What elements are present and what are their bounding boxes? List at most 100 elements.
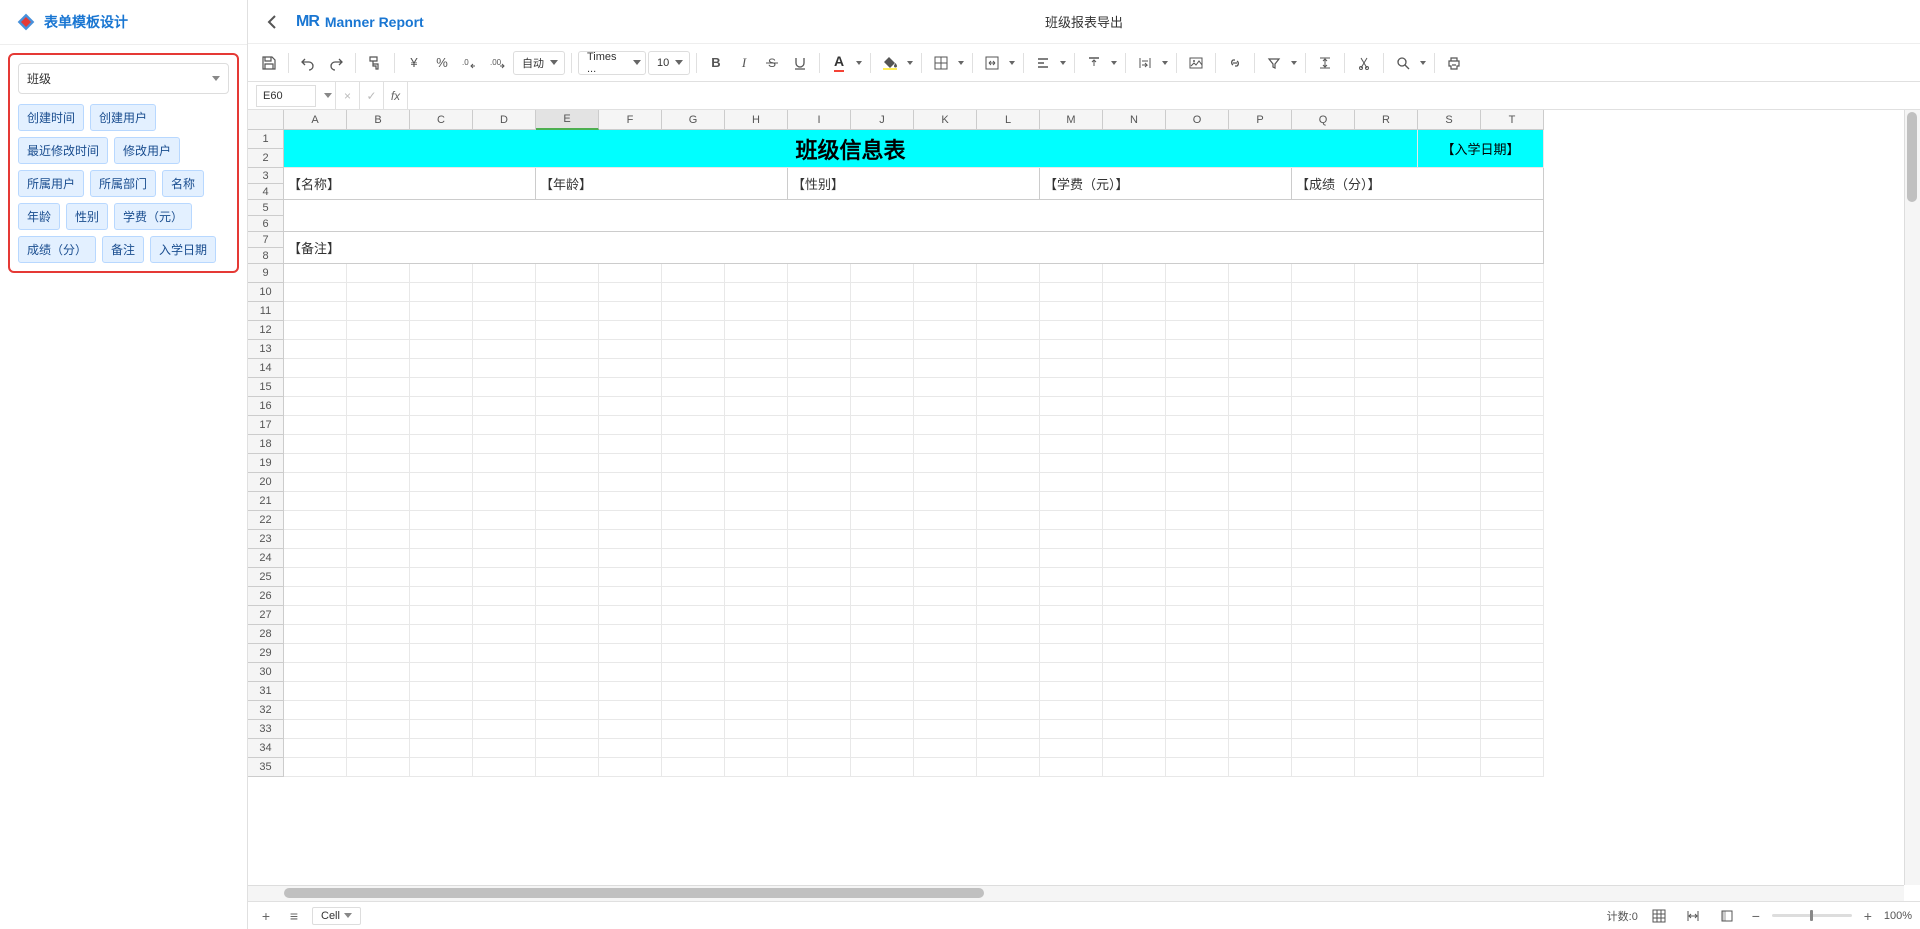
grid-cell[interactable]: [1103, 283, 1166, 302]
grid-cell[interactable]: [1229, 682, 1292, 701]
grid-cell[interactable]: [662, 416, 725, 435]
grid-cell[interactable]: [1040, 587, 1103, 606]
redo-button[interactable]: [323, 50, 349, 76]
grid-cell[interactable]: [1418, 321, 1481, 340]
grid-cell[interactable]: [1292, 416, 1355, 435]
grid-cell[interactable]: [1418, 720, 1481, 739]
grid-cell[interactable]: [1418, 625, 1481, 644]
grid-cell[interactable]: [1292, 264, 1355, 283]
grid-cell[interactable]: [1040, 264, 1103, 283]
grid-cell[interactable]: [1103, 435, 1166, 454]
grid-cell[interactable]: [473, 454, 536, 473]
grid-cell[interactable]: [851, 663, 914, 682]
grid-cell[interactable]: [1229, 397, 1292, 416]
grid-cell[interactable]: [1418, 606, 1481, 625]
column-header[interactable]: H: [725, 110, 788, 130]
column-header[interactable]: F: [599, 110, 662, 130]
grid-cell[interactable]: [1229, 359, 1292, 378]
grid-cell[interactable]: [284, 264, 347, 283]
row-header[interactable]: 12: [248, 321, 284, 340]
grid-cell[interactable]: [599, 473, 662, 492]
grid-cell[interactable]: [1418, 530, 1481, 549]
grid-cell[interactable]: [284, 492, 347, 511]
grid-cell[interactable]: [1229, 625, 1292, 644]
grid-cell[interactable]: [851, 397, 914, 416]
grid-cell[interactable]: [536, 720, 599, 739]
grid-cell[interactable]: [1166, 568, 1229, 587]
grid-cell[interactable]: [1481, 739, 1544, 758]
view-grid-button[interactable]: [1646, 903, 1672, 929]
grid-cell[interactable]: [1166, 340, 1229, 359]
grid-cell[interactable]: [536, 435, 599, 454]
row-header[interactable]: 14: [248, 359, 284, 378]
grid-cell[interactable]: [1418, 359, 1481, 378]
grid-cell[interactable]: [473, 397, 536, 416]
grid-cell[interactable]: [851, 606, 914, 625]
grid-cell[interactable]: [914, 739, 977, 758]
grid-cell[interactable]: [725, 701, 788, 720]
grid-cell[interactable]: [410, 720, 473, 739]
zoom-slider[interactable]: [1772, 914, 1852, 917]
grid-cell[interactable]: [1355, 378, 1418, 397]
column-header[interactable]: P: [1229, 110, 1292, 130]
column-header[interactable]: E: [536, 110, 599, 130]
grid-cell[interactable]: [1166, 397, 1229, 416]
grid-cell[interactable]: [914, 321, 977, 340]
row-header[interactable]: 20: [248, 473, 284, 492]
grid-cell[interactable]: [1355, 359, 1418, 378]
grid-cell[interactable]: [1355, 340, 1418, 359]
italic-button[interactable]: I: [731, 50, 757, 76]
grid-cell[interactable]: [1166, 549, 1229, 568]
grid-cell[interactable]: [410, 663, 473, 682]
grid-cell[interactable]: [1166, 625, 1229, 644]
row-header[interactable]: 1: [248, 130, 284, 149]
grid-cell[interactable]: [1166, 606, 1229, 625]
grid-cell[interactable]: [599, 340, 662, 359]
col-width-button[interactable]: [1680, 903, 1706, 929]
grid-cell[interactable]: [536, 549, 599, 568]
grid-cell[interactable]: [536, 530, 599, 549]
grid-cell[interactable]: [788, 435, 851, 454]
grid-cell[interactable]: [1418, 302, 1481, 321]
grid-cell[interactable]: [977, 359, 1040, 378]
grid-cell[interactable]: [977, 701, 1040, 720]
grid-cell[interactable]: [1292, 682, 1355, 701]
grid-cell[interactable]: [1481, 701, 1544, 720]
grid-cell[interactable]: [1166, 701, 1229, 720]
grid-cell[interactable]: [473, 492, 536, 511]
grid-cell[interactable]: [473, 264, 536, 283]
print-button[interactable]: [1441, 50, 1467, 76]
formula-input[interactable]: [408, 82, 1920, 109]
grid-cell[interactable]: [1481, 283, 1544, 302]
grid-cell[interactable]: [851, 720, 914, 739]
grid-cell[interactable]: [1166, 511, 1229, 530]
grid-cell[interactable]: [1103, 492, 1166, 511]
grid-cell[interactable]: [1355, 454, 1418, 473]
grid-cell[interactable]: [1229, 492, 1292, 511]
grid-cell[interactable]: [1040, 454, 1103, 473]
grid-cell[interactable]: [1355, 511, 1418, 530]
grid-cell[interactable]: [914, 283, 977, 302]
grid-cell[interactable]: [1166, 587, 1229, 606]
underline-button[interactable]: [787, 50, 813, 76]
grid-cell[interactable]: [851, 549, 914, 568]
grid-cell[interactable]: [1040, 568, 1103, 587]
grid-cell[interactable]: [347, 397, 410, 416]
grid-cell[interactable]: [914, 378, 977, 397]
grid-cell[interactable]: [725, 435, 788, 454]
grid-cell[interactable]: [1166, 492, 1229, 511]
grid-cell[interactable]: [1229, 758, 1292, 777]
grid-cell[interactable]: [851, 568, 914, 587]
grid-cell[interactable]: [536, 739, 599, 758]
grid-cell[interactable]: [914, 397, 977, 416]
grid-scroll[interactable]: ABCDEFGHIJKLMNOPQRST 12班级信息表【入学日期】34【名称】…: [248, 110, 1904, 885]
grid-cell[interactable]: [473, 435, 536, 454]
grid-cell[interactable]: [1166, 321, 1229, 340]
grid-cell[interactable]: [725, 720, 788, 739]
grid-cell[interactable]: [473, 530, 536, 549]
sheet-tab[interactable]: Cell: [312, 907, 361, 925]
grid-cell[interactable]: [1166, 302, 1229, 321]
grid-cell[interactable]: [410, 283, 473, 302]
grid-cell[interactable]: [536, 587, 599, 606]
grid-cell[interactable]: [599, 625, 662, 644]
